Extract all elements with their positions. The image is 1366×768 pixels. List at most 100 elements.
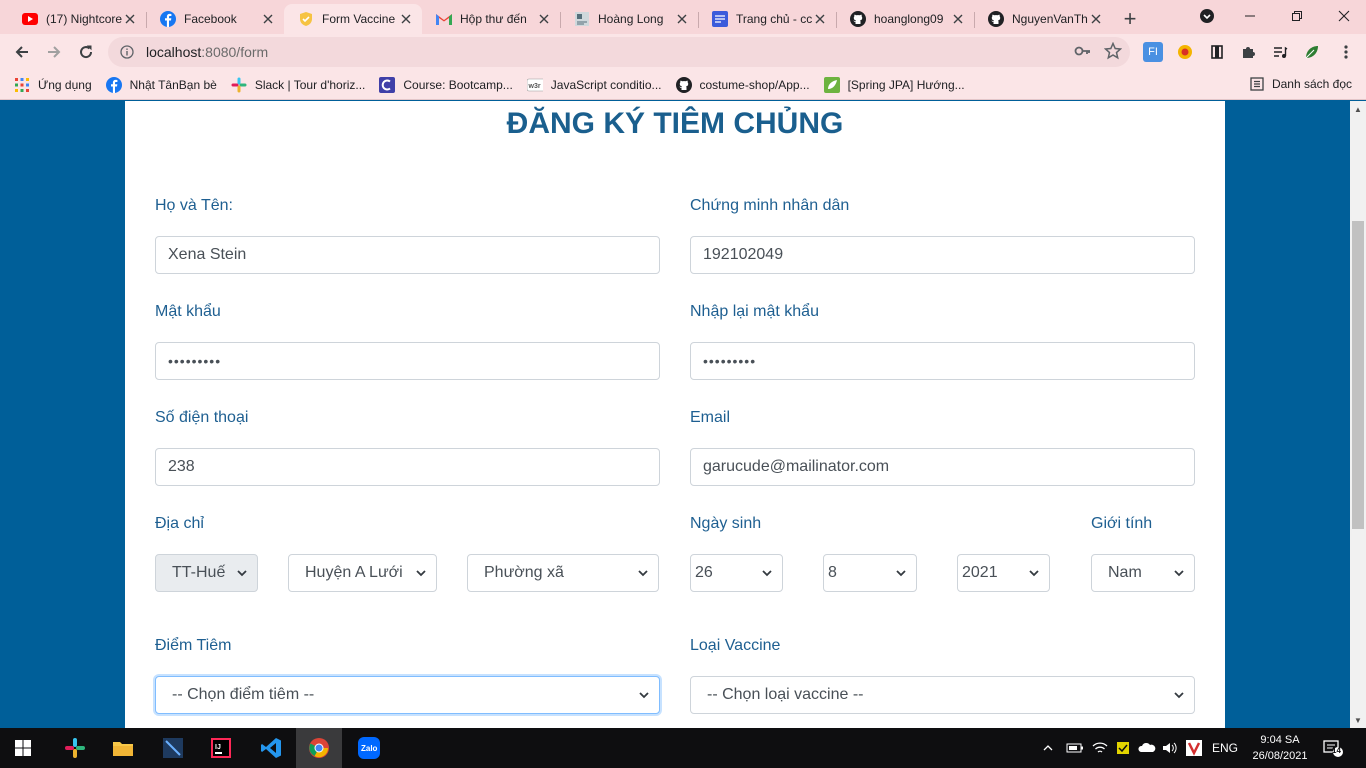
email-input[interactable]: garucude@mailinator.com xyxy=(690,448,1195,486)
media-control-icon[interactable] xyxy=(1270,42,1290,62)
extensions-puzzle-icon[interactable] xyxy=(1238,42,1258,62)
input-language[interactable]: ENG xyxy=(1212,728,1238,768)
birth-year-select[interactable]: 2021 xyxy=(957,554,1050,592)
vivaldi-tray-icon[interactable] xyxy=(1186,728,1202,768)
github-icon xyxy=(988,11,1004,27)
new-tab-button[interactable]: + xyxy=(1112,4,1148,34)
system-clock[interactable]: 9:04 SA 26/08/2021 xyxy=(1240,732,1320,764)
birth-month-select[interactable]: 8 xyxy=(823,554,917,592)
show-hidden-icons[interactable] xyxy=(1042,728,1054,768)
tab-close-icon[interactable] xyxy=(812,11,828,27)
phone-label: Số điện thoại xyxy=(155,409,249,426)
reload-icon[interactable] xyxy=(70,36,102,68)
scroll-down-icon[interactable]: ▼ xyxy=(1350,712,1366,728)
tab-close-icon[interactable] xyxy=(398,11,414,27)
vaccine-type-label: Loại Vaccine xyxy=(690,637,781,654)
reading-list-label: Danh sách đọc xyxy=(1271,77,1352,91)
browser-tab-4[interactable]: Hộp thư đến xyxy=(422,4,560,34)
district-select[interactable]: Huyện A Lưới xyxy=(288,554,437,592)
notes-tray-icon[interactable] xyxy=(1116,728,1130,768)
browser-tab-1[interactable]: (17) Nightcore xyxy=(8,4,146,34)
bookmark-item[interactable]: [Spring JPA] Hướng... xyxy=(823,76,965,93)
browser-tab-3[interactable]: Form Vaccine xyxy=(284,4,422,34)
battery-icon[interactable] xyxy=(1066,728,1084,768)
browser-toolbar: localhost:8080/form FI xyxy=(0,34,1366,70)
browser-tab-2[interactable]: Facebook xyxy=(146,4,284,34)
github-icon xyxy=(675,76,692,93)
facebook-icon xyxy=(160,11,176,27)
minimize-icon[interactable] xyxy=(1230,0,1270,32)
tab-close-icon[interactable] xyxy=(536,11,552,27)
reading-list-icon xyxy=(1250,77,1264,91)
close-window-icon[interactable] xyxy=(1322,0,1366,32)
wifi-icon[interactable] xyxy=(1092,728,1108,768)
phone-input[interactable]: 238 xyxy=(155,448,660,486)
tab-title: Facebook xyxy=(184,12,237,26)
bookmark-star-icon[interactable] xyxy=(1103,41,1123,63)
bookmark-item[interactable]: Course: Bootcamp... xyxy=(379,76,513,93)
tab-title: Hộp thư đến xyxy=(460,12,527,26)
bookmark-item[interactable]: Slack | Tour d'horiz... xyxy=(231,77,365,93)
vaccination-site-label: Điểm Tiêm xyxy=(155,637,232,654)
tab-search-icon[interactable] xyxy=(1190,0,1224,32)
bookmark-label: Nhật TânBạn bè xyxy=(129,77,217,92)
notification-center-icon[interactable]: 14 xyxy=(1322,728,1344,768)
province-select[interactable]: TT-Huế xyxy=(155,554,258,592)
volume-icon[interactable] xyxy=(1162,728,1178,768)
gender-select[interactable]: Nam xyxy=(1091,554,1195,592)
tab-close-icon[interactable] xyxy=(950,11,966,27)
key-icon[interactable] xyxy=(1074,42,1092,63)
intellij-idea-icon[interactable]: IJ xyxy=(198,728,244,768)
browser-tab-7[interactable]: hoanglong09 xyxy=(836,4,974,34)
tab-close-icon[interactable] xyxy=(674,11,690,27)
full-name-input[interactable]: Xena Stein xyxy=(155,236,660,274)
windows-taskbar: IJ Zalo ENG 9:04 SA 26/08/2021 14 xyxy=(0,728,1366,768)
password-input[interactable]: ••••••••• xyxy=(155,342,660,380)
chrome-taskbar-icon[interactable] xyxy=(296,728,342,768)
tab-close-icon[interactable] xyxy=(1088,11,1104,27)
vaccination-site-select[interactable]: -- Chọn điểm tiêm -- xyxy=(155,676,660,714)
birth-day-select[interactable]: 26 xyxy=(690,554,783,592)
file-explorer-icon[interactable] xyxy=(100,728,146,768)
restore-icon[interactable] xyxy=(1276,0,1318,32)
site-icon xyxy=(712,11,728,27)
onedrive-icon[interactable] xyxy=(1138,728,1156,768)
forward-icon[interactable] xyxy=(38,36,70,68)
extension-leaf-icon[interactable] xyxy=(1302,42,1322,62)
vscode-icon[interactable] xyxy=(248,728,294,768)
id-card-input[interactable]: 192102049 xyxy=(690,236,1195,274)
password-confirm-input[interactable]: ••••••••• xyxy=(690,342,1195,380)
bookmark-item[interactable]: Ứng dụng xyxy=(14,77,92,93)
intellij-alt-icon[interactable] xyxy=(150,728,196,768)
site-info-icon[interactable] xyxy=(112,45,142,59)
vaccine-type-select[interactable]: -- Chọn loại vaccine -- xyxy=(690,676,1195,714)
extension-fi-icon[interactable]: FI xyxy=(1143,42,1163,62)
tab-close-icon[interactable] xyxy=(260,11,276,27)
bookmark-label: costume-shop/App... xyxy=(699,77,810,92)
scroll-up-icon[interactable]: ▲ xyxy=(1350,101,1366,117)
address-bar[interactable]: localhost:8080/form xyxy=(108,37,1130,67)
page-icon xyxy=(574,11,590,27)
ward-value: Phường xã xyxy=(484,564,564,581)
extension-circle-icon[interactable] xyxy=(1175,42,1195,62)
slack-app-icon[interactable] xyxy=(52,728,98,768)
chrome-menu-icon[interactable] xyxy=(1336,42,1356,62)
back-icon[interactable] xyxy=(6,36,38,68)
scrollbar-thumb[interactable] xyxy=(1352,221,1364,529)
bookmark-item[interactable]: w3r JavaScript conditio... xyxy=(526,77,662,93)
browser-tab-5[interactable]: Hoàng Long xyxy=(560,4,698,34)
svg-text:IJ: IJ xyxy=(215,744,221,751)
bookmark-item[interactable]: costume-shop/App... xyxy=(675,76,810,93)
ward-select[interactable]: Phường xã xyxy=(467,554,659,592)
bookmark-item[interactable]: Nhật TânBạn bè xyxy=(105,76,217,93)
extension-book-icon[interactable] xyxy=(1207,42,1227,62)
tab-close-icon[interactable] xyxy=(122,11,138,27)
browser-tab-6[interactable]: Trang chủ - cc xyxy=(698,4,836,34)
tab-title: hoanglong09 xyxy=(874,12,944,26)
windows-start-icon[interactable] xyxy=(0,728,46,768)
zalo-icon[interactable]: Zalo xyxy=(346,728,392,768)
page-scrollbar[interactable]: ▲ ▼ xyxy=(1350,101,1366,728)
browser-tab-8[interactable]: NguyenVanTh xyxy=(974,4,1112,34)
reading-list-button[interactable]: Danh sách đọc xyxy=(1250,77,1352,91)
tab-title: NguyenVanTh xyxy=(1012,12,1088,26)
